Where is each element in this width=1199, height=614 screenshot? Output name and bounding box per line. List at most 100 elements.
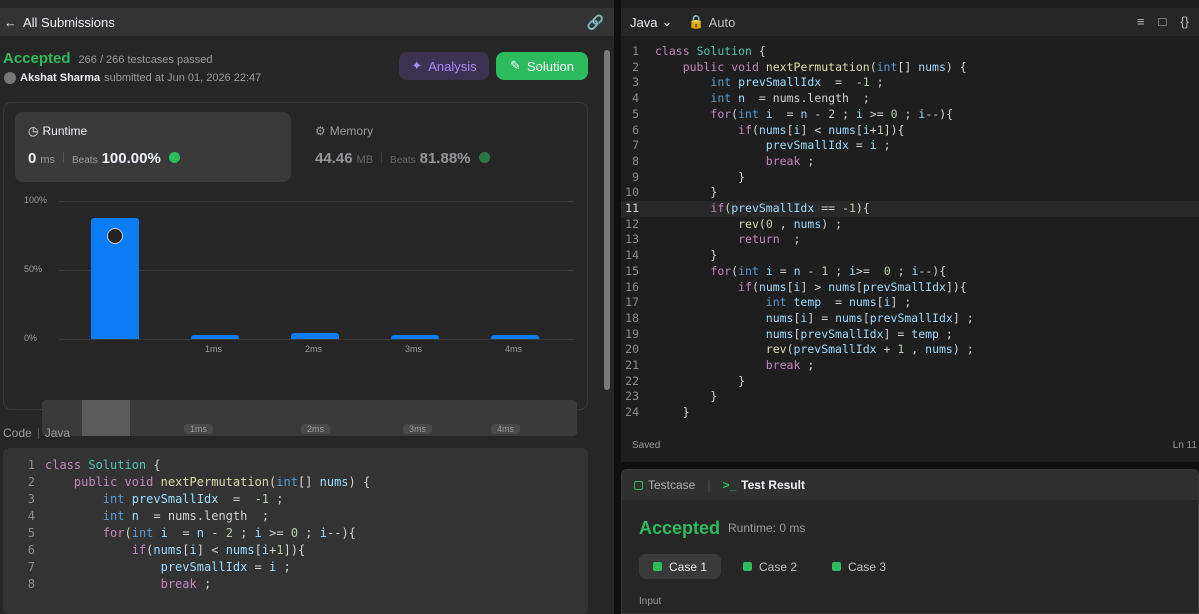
runtime-title-text: Runtime — [42, 124, 88, 138]
left-scrollbar[interactable] — [600, 36, 614, 614]
lock-icon: 🔒 — [688, 14, 705, 29]
input-label: Input — [639, 596, 662, 607]
chart-gridline — [59, 201, 574, 202]
performance-card: ◷ Runtime 0 ms Beats 100.00% ⚙ Memory 44… — [3, 102, 588, 436]
editor-line: 13 return ; — [625, 232, 801, 247]
editor-line: 20 rev(prevSmallIdx + 1 , nums) ; — [625, 342, 974, 357]
editor-line: 15 for(int i = n - 1 ; i>= 0 ; i--){ — [625, 263, 947, 278]
memory-beats-value: 81.88% — [419, 150, 471, 167]
x-tick-label: 1ms — [205, 344, 223, 354]
analysis-button[interactable]: ✦ Analysis — [399, 52, 489, 80]
check-icon — [743, 562, 752, 571]
chart-bar[interactable] — [391, 334, 439, 339]
panel-resizer[interactable] — [614, 0, 621, 614]
divider — [37, 427, 39, 439]
code-header: Code Java — [3, 426, 70, 440]
submitter-row: Akshat Sharma submitted at Jun 01, 2026 … — [4, 72, 261, 84]
braces-icon[interactable]: {} — [1180, 14, 1189, 29]
submission-panel: ← All Submissions 🔗 Accepted 266 / 266 t… — [0, 0, 614, 614]
memory-box[interactable]: ⚙ Memory 44.46 MB Beats 81.88% — [302, 112, 578, 182]
editor-line: 18 nums[i] = nums[prevSmallIdx] ; — [625, 310, 974, 325]
check-icon — [832, 562, 841, 571]
back-arrow-icon: ← — [4, 14, 17, 30]
avatar[interactable] — [4, 72, 16, 84]
case-1-tab[interactable]: Case 1 — [639, 554, 722, 579]
language-selector[interactable]: Java ⌄ — [630, 14, 672, 30]
runtime-title: ◷ Runtime — [28, 124, 87, 138]
scrollbar-thumb[interactable] — [604, 50, 610, 390]
code-line: 2 public void nextPermutation(int[] nums… — [27, 475, 371, 489]
submission-tabbar: ← All Submissions 🔗 — [0, 8, 614, 36]
memory-value: 44.46 — [315, 150, 353, 167]
tab-testcase-label: Testcase — [648, 478, 696, 492]
code-line: 8 break ; — [27, 577, 212, 591]
memory-value-row: 44.46 MB Beats 81.88% — [315, 150, 490, 167]
testcases-passed: 266 / 266 testcases passed — [78, 54, 213, 66]
submission-details: Accepted 266 / 266 testcases passed Aksh… — [0, 36, 600, 614]
y-tick-label: 50% — [24, 264, 43, 274]
chart-bar[interactable] — [291, 333, 339, 339]
editor-line: 9 } — [632, 169, 746, 184]
solution-label: Solution — [526, 58, 574, 74]
test-result-panel: Testcase | >_ Test Result Accepted Runti… — [621, 469, 1199, 614]
share-link-icon[interactable]: 🔗 — [587, 14, 604, 31]
runtime-box[interactable]: ◷ Runtime 0 ms Beats 100.00% — [15, 112, 291, 182]
editor-line: 8 break ; — [632, 153, 815, 168]
editor-line: 17 int temp = nums[i] ; — [625, 295, 912, 310]
case-label: Case 2 — [759, 559, 798, 574]
submission-status-row: Accepted 266 / 266 testcases passed — [3, 50, 212, 67]
edit-icon: ✎ — [510, 58, 521, 73]
editor-line: 23 } — [625, 389, 718, 404]
terminal-icon: >_ — [722, 478, 737, 492]
divider — [381, 152, 383, 163]
case-2-tab[interactable]: Case 2 — [729, 554, 811, 579]
tab-separator: | — [707, 478, 711, 492]
tab-test-result-label: Test Result — [741, 478, 805, 492]
editor-line: 4 int n = nums.length ; — [632, 91, 870, 106]
format-icon[interactable]: ≡ — [1137, 14, 1145, 29]
range-tick-label: 4ms — [491, 424, 521, 434]
tab-testcase[interactable]: Testcase — [634, 478, 695, 492]
editor-line: 2 public void nextPermutation(int[] nums… — [632, 59, 967, 74]
x-tick-label: 3ms — [405, 344, 423, 354]
analysis-label: Analysis — [428, 58, 477, 74]
runtime-value-row: 0 ms Beats 100.00% — [28, 150, 180, 167]
editor-line: 16 if(nums[i] > nums[prevSmallIdx]){ — [625, 279, 967, 294]
all-submissions-link[interactable]: ← All Submissions — [0, 15, 115, 30]
submitted-code[interactable]: 1 class Solution {2 public void nextPermu… — [3, 448, 588, 614]
runtime-unit: ms — [40, 154, 56, 166]
code-line: 3 int prevSmallIdx = -1 ; — [27, 492, 284, 506]
y-tick-label: 100% — [24, 195, 48, 205]
checkbox-icon — [634, 480, 643, 490]
auto-label: Auto — [708, 14, 736, 30]
chevron-down-icon: ⌄ — [661, 14, 673, 29]
editor-line: 12 rev(0 , nums) ; — [625, 216, 843, 231]
case-3-tab[interactable]: Case 3 — [818, 554, 900, 579]
auto-mode[interactable]: 🔒 Auto — [688, 14, 735, 30]
editor-line: 3 int prevSmallIdx = -1 ; — [632, 75, 884, 90]
solution-button[interactable]: ✎ Solution — [496, 52, 588, 80]
range-tick-label: 1ms — [184, 424, 214, 434]
check-icon — [653, 562, 662, 571]
case-label: Case 3 — [848, 559, 887, 574]
sparkle-icon: ✦ — [411, 58, 423, 73]
submitter-name[interactable]: Akshat Sharma — [20, 72, 100, 84]
y-tick-label: 0% — [24, 333, 38, 343]
chart-bar[interactable] — [191, 334, 239, 339]
submission-status: Accepted — [3, 50, 71, 67]
divider — [63, 152, 65, 163]
leaf-icon — [478, 152, 490, 163]
code-line: 6 if(nums[i] < nums[i+1]){ — [27, 543, 306, 557]
chart-gridline — [59, 339, 574, 340]
all-submissions-label: All Submissions — [23, 14, 115, 30]
chip-icon: ⚙ — [315, 124, 326, 138]
result-runtime: Runtime: 0 ms — [728, 521, 806, 535]
tab-test-result[interactable]: >_ Test Result — [722, 478, 804, 492]
range-selector-handle[interactable] — [82, 400, 130, 436]
bookmark-icon[interactable]: □ — [1158, 14, 1166, 29]
editor-line: 5 for(int i = n - 2 ; i >= 0 ; i--){ — [632, 106, 954, 121]
x-tick-label: 2ms — [305, 344, 323, 354]
chart-range-selector[interactable]: 1ms 2ms 3ms 4ms — [42, 400, 577, 436]
chart-bar[interactable] — [491, 334, 539, 339]
app-root: ← All Submissions 🔗 Accepted 266 / 266 t… — [0, 0, 1199, 614]
